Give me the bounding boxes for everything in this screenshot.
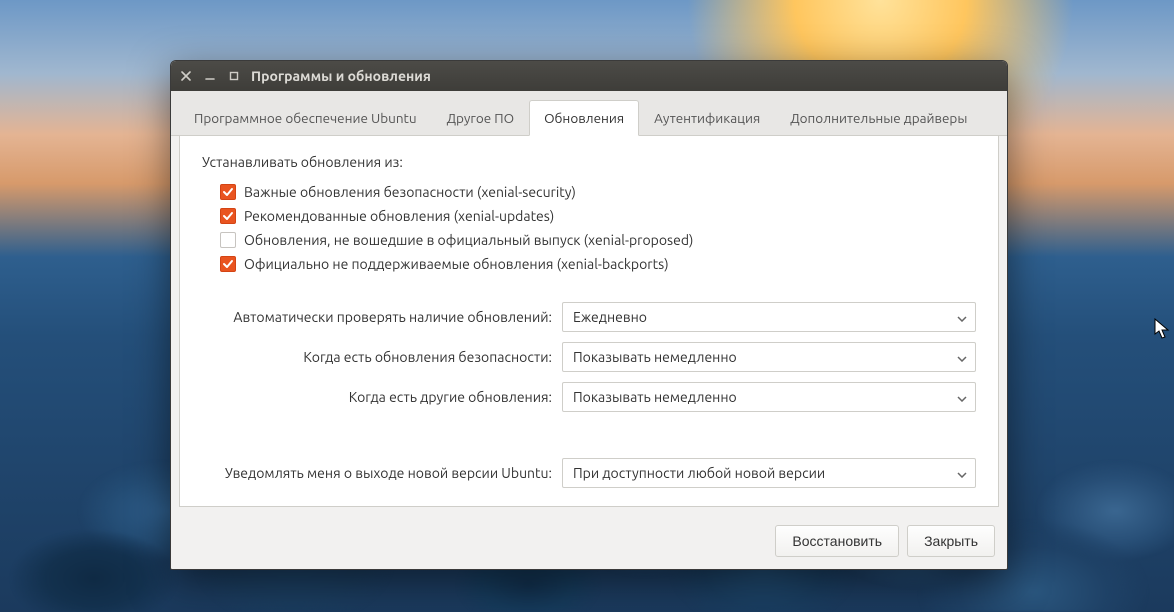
spacer — [202, 422, 976, 448]
source-row-backports: Официально не поддерживаемые обновления … — [202, 252, 976, 276]
combo-value: Показывать немедленно — [573, 389, 737, 405]
chevron-down-icon — [957, 465, 967, 481]
source-row-proposed: Обновления, не вошедшие в официальный вы… — [202, 228, 976, 252]
close-button[interactable]: Закрыть — [907, 525, 995, 557]
combo-auto-check[interactable]: Ежедневно — [562, 302, 976, 332]
checkbox-updates[interactable] — [220, 208, 236, 224]
settings-grid: Автоматически проверять наличие обновлен… — [202, 302, 976, 488]
label-notify: Уведомлять меня о выходе новой версии Ub… — [202, 465, 562, 481]
tab-other-software[interactable]: Другое ПО — [432, 100, 530, 136]
window-title: Программы и обновления — [251, 68, 431, 84]
install-from-label: Устанавливать обновления из: — [202, 154, 976, 170]
combo-other[interactable]: Показывать немедленно — [562, 382, 976, 412]
titlebar[interactable]: Программы и обновления — [171, 61, 1007, 91]
tab-ubuntu-software[interactable]: Программное обеспечение Ubuntu — [179, 100, 432, 136]
revert-button[interactable]: Восстановить — [775, 525, 899, 557]
checkbox-security[interactable] — [220, 184, 236, 200]
combo-notify[interactable]: При доступности любой новой версии — [562, 458, 976, 488]
tab-updates[interactable]: Обновления — [529, 100, 639, 136]
tab-bar: Программное обеспечение Ubuntu Другое ПО… — [171, 91, 1007, 136]
checkbox-proposed[interactable] — [220, 232, 236, 248]
source-label: Официально не поддерживаемые обновления … — [244, 256, 669, 272]
combo-value: При доступности любой новой версии — [573, 465, 825, 481]
label-security: Когда есть обновления безопасности: — [202, 349, 562, 365]
tab-authentication[interactable]: Аутентификация — [639, 100, 775, 136]
combo-value: Ежедневно — [573, 309, 647, 325]
source-label: Рекомендованные обновления (xenial-updat… — [244, 208, 554, 224]
maximize-icon[interactable] — [227, 69, 241, 83]
combo-security[interactable]: Показывать немедленно — [562, 342, 976, 372]
checkbox-backports[interactable] — [220, 256, 236, 272]
chevron-down-icon — [957, 309, 967, 325]
chevron-down-icon — [957, 349, 967, 365]
label-other: Когда есть другие обновления: — [202, 389, 562, 405]
minimize-icon[interactable] — [203, 69, 217, 83]
combo-value: Показывать немедленно — [573, 349, 737, 365]
software-updates-window: Программы и обновления Программное обесп… — [170, 60, 1008, 570]
close-icon[interactable] — [179, 69, 193, 83]
updates-panel: Устанавливать обновления из: Важные обно… — [179, 136, 999, 507]
desktop-wallpaper: Программы и обновления Программное обесп… — [0, 0, 1174, 612]
source-label: Важные обновления безопасности (xenial-s… — [244, 184, 576, 200]
dialog-footer: Восстановить Закрыть — [171, 515, 1007, 569]
source-row-updates: Рекомендованные обновления (xenial-updat… — [202, 204, 976, 228]
tab-additional-drivers[interactable]: Дополнительные драйверы — [775, 100, 982, 136]
source-row-security: Важные обновления безопасности (xenial-s… — [202, 180, 976, 204]
label-auto-check: Автоматически проверять наличие обновлен… — [202, 309, 562, 325]
chevron-down-icon — [957, 389, 967, 405]
source-label: Обновления, не вошедшие в официальный вы… — [244, 232, 693, 248]
